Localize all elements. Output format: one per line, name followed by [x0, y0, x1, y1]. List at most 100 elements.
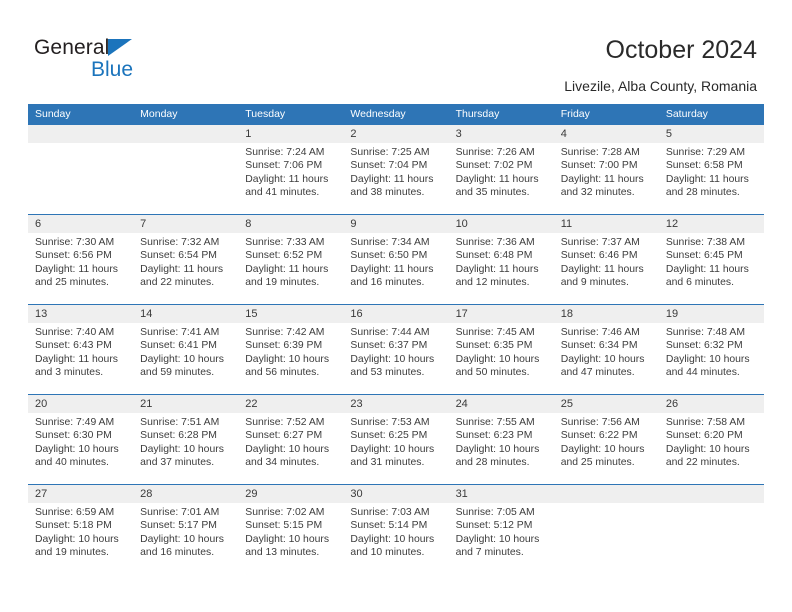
day-detail-line: Daylight: 10 hours: [350, 533, 435, 545]
day-number[interactable]: 24: [449, 395, 554, 413]
day-detail-line: and 6 minutes.: [665, 277, 735, 289]
day-number[interactable]: 1: [238, 125, 343, 143]
day-detail-line: Sunset: 6:22 PM: [560, 430, 638, 442]
day-cell[interactable]: Sunrise: 7:56 AM Sunset: 6:22 PM Daylight:…: [554, 413, 659, 484]
day-detail-line: and 28 minutes.: [455, 457, 530, 469]
day-cell[interactable]: Sunrise: 7:36 AM Sunset: 6:48 PM Daylight:…: [449, 233, 554, 304]
day-cell[interactable]: Sunrise: 7:44 AM Sunset: 6:37 PM Daylight:…: [343, 323, 448, 394]
day-cell[interactable]: Sunrise: 7:05 AM Sunset: 5:12 PM Daylight:…: [449, 503, 554, 574]
week-detail-row: Sunrise: 6:59 AM Sunset: 5:18 PM Daylight:…: [28, 503, 764, 574]
week-date-number-band: 12345: [28, 125, 764, 143]
day-cell[interactable]: Sunrise: 7:58 AM Sunset: 6:20 PM Daylight:…: [659, 413, 764, 484]
generalblue-logo[interactable]: General Blue: [34, 36, 234, 86]
day-number[interactable]: 20: [28, 395, 133, 413]
day-cell[interactable]: Sunrise: 7:55 AM Sunset: 6:23 PM Daylight:…: [449, 413, 554, 484]
day-number[interactable]: 18: [554, 305, 659, 323]
day-number[interactable]: 25: [554, 395, 659, 413]
day-cell[interactable]: Sunrise: 7:37 AM Sunset: 6:46 PM Daylight:…: [554, 233, 659, 304]
day-number[interactable]: 3: [449, 125, 554, 143]
day-number[interactable]: 16: [343, 305, 448, 323]
day-number[interactable]: 12: [659, 215, 764, 233]
day-cell[interactable]: Sunrise: 7:01 AM Sunset: 5:17 PM Daylight:…: [133, 503, 238, 574]
day-cell[interactable]: Sunrise: 7:02 AM Sunset: 5:15 PM Daylight:…: [238, 503, 343, 574]
day-detail-line: and 59 minutes.: [140, 367, 215, 379]
day-number[interactable]: 11: [554, 215, 659, 233]
day-number[interactable]: 6: [28, 215, 133, 233]
day-detail-line: Sunset: 6:52 PM: [245, 250, 323, 262]
week-detail-row: Sunrise: 7:49 AM Sunset: 6:30 PM Daylight:…: [28, 413, 764, 484]
day-number[interactable]: 30: [343, 485, 448, 503]
day-number[interactable]: 15: [238, 305, 343, 323]
day-cell[interactable]: Sunrise: 7:24 AM Sunset: 7:06 PM Daylight:…: [238, 143, 343, 214]
day-detail-line: Sunset: 6:50 PM: [350, 250, 428, 262]
day-detail-line: Daylight: 10 hours: [350, 443, 435, 455]
day-cell[interactable]: Sunrise: 7:29 AM Sunset: 6:58 PM Daylight:…: [659, 143, 764, 214]
week-date-number-band: 20 21 22 23 24 25 26: [28, 395, 764, 413]
day-number[interactable]: 4: [554, 125, 659, 143]
day-cell[interactable]: Sunrise: 7:42 AM Sunset: 6:39 PM Daylight:…: [238, 323, 343, 394]
day-cell[interactable]: Sunrise: 7:32 AM Sunset: 6:54 PM Daylight:…: [133, 233, 238, 304]
day-detail-line: Daylight: 11 hours: [35, 263, 118, 275]
day-number[interactable]: 17: [449, 305, 554, 323]
day-number[interactable]: 19: [659, 305, 764, 323]
day-detail-line: and 13 minutes.: [245, 547, 320, 559]
day-cell[interactable]: Sunrise: 7:51 AM Sunset: 6:28 PM Daylight:…: [133, 413, 238, 484]
day-cell-empty: [659, 503, 764, 574]
day-detail-line: Sunrise: 7:53 AM: [350, 417, 430, 428]
day-detail-line: Daylight: 11 hours: [140, 263, 224, 275]
day-number[interactable]: 9: [343, 215, 448, 233]
day-detail-line: and 19 minutes.: [35, 547, 109, 559]
day-number[interactable]: 8: [238, 215, 343, 233]
day-number[interactable]: 22: [238, 395, 343, 413]
day-number[interactable]: 10: [449, 215, 554, 233]
day-number[interactable]: 27: [28, 485, 133, 503]
day-number[interactable]: 29: [238, 485, 343, 503]
day-detail-line: Daylight: 10 hours: [560, 353, 645, 365]
day-number[interactable]: 31: [449, 485, 554, 503]
day-detail-line: Sunrise: 7:51 AM: [140, 417, 220, 428]
day-number[interactable]: 2: [343, 125, 448, 143]
day-detail-line: Daylight: 10 hours: [140, 533, 224, 545]
day-cell[interactable]: Sunrise: 7:33 AM Sunset: 6:52 PM Daylight:…: [238, 233, 343, 304]
day-cell[interactable]: Sunrise: 7:48 AM Sunset: 6:32 PM Daylight:…: [659, 323, 764, 394]
day-cell[interactable]: Sunrise: 7:03 AM Sunset: 5:14 PM Daylight:…: [343, 503, 448, 574]
day-cell-empty: [133, 143, 238, 214]
day-detail-line: and 31 minutes.: [350, 457, 425, 469]
day-number[interactable]: 13: [28, 305, 133, 323]
day-cell[interactable]: Sunrise: 7:52 AM Sunset: 6:27 PM Daylight:…: [238, 413, 343, 484]
day-detail-line: Daylight: 10 hours: [140, 443, 224, 455]
day-detail-line: Sunrise: 7:32 AM: [140, 237, 220, 248]
day-cell[interactable]: Sunrise: 7:46 AM Sunset: 6:34 PM Daylight:…: [554, 323, 659, 394]
day-cell[interactable]: Sunrise: 7:30 AM Sunset: 6:56 PM Daylight:…: [28, 233, 133, 304]
day-number[interactable]: 7: [133, 215, 238, 233]
day-cell[interactable]: Sunrise: 7:28 AM Sunset: 7:00 PM Daylight:…: [554, 143, 659, 214]
day-detail-line: Daylight: 11 hours: [665, 263, 749, 275]
day-detail-line: Sunrise: 7:52 AM: [245, 417, 325, 428]
day-cell[interactable]: Sunrise: 7:34 AM Sunset: 6:50 PM Daylight:…: [343, 233, 448, 304]
day-number[interactable]: 21: [133, 395, 238, 413]
day-detail-line: Daylight: 10 hours: [560, 443, 645, 455]
day-detail-line: Sunset: 6:56 PM: [35, 250, 112, 262]
day-number[interactable]: 14: [133, 305, 238, 323]
day-cell[interactable]: Sunrise: 7:38 AM Sunset: 6:45 PM Daylight:…: [659, 233, 764, 304]
day-cell[interactable]: Sunrise: 7:41 AM Sunset: 6:41 PM Daylight:…: [133, 323, 238, 394]
weekday-header-saturday: Saturday: [665, 108, 708, 120]
day-number[interactable]: 26: [659, 395, 764, 413]
day-number[interactable]: 28: [133, 485, 238, 503]
day-cell[interactable]: Sunrise: 7:40 AM Sunset: 6:43 PM Daylight:…: [28, 323, 133, 394]
weekday-header-sunday: Sunday: [35, 108, 71, 120]
day-detail-line: Sunset: 6:45 PM: [665, 250, 743, 262]
day-detail-line: Sunset: 6:32 PM: [665, 340, 743, 352]
day-cell[interactable]: Sunrise: 7:45 AM Sunset: 6:35 PM Daylight:…: [449, 323, 554, 394]
day-detail-line: Daylight: 10 hours: [665, 353, 750, 365]
day-cell[interactable]: Sunrise: 7:25 AM Sunset: 7:04 PM Daylight:…: [343, 143, 448, 214]
day-detail-line: and 22 minutes.: [140, 277, 215, 289]
day-number[interactable]: 5: [659, 125, 764, 143]
day-cell[interactable]: Sunrise: 6:59 AM Sunset: 5:18 PM Daylight:…: [28, 503, 133, 574]
day-cell[interactable]: Sunrise: 7:49 AM Sunset: 6:30 PM Daylight:…: [28, 413, 133, 484]
day-number[interactable]: 23: [343, 395, 448, 413]
day-cell[interactable]: Sunrise: 7:53 AM Sunset: 6:25 PM Daylight:…: [343, 413, 448, 484]
day-detail-line: Sunset: 7:04 PM: [350, 160, 428, 172]
day-cell[interactable]: Sunrise: 7:26 AM Sunset: 7:02 PM Daylight:…: [449, 143, 554, 214]
day-detail-line: Daylight: 10 hours: [245, 533, 330, 545]
